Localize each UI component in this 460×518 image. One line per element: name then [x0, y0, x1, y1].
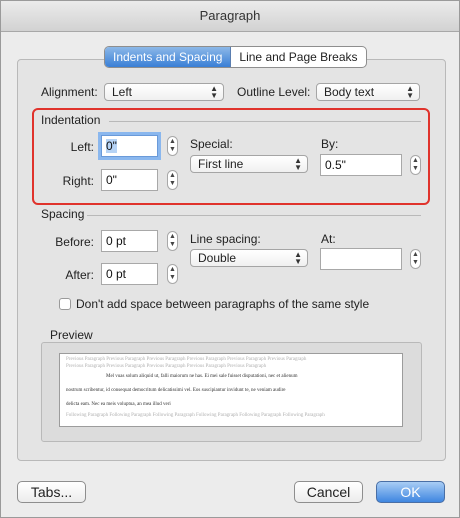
indentation-highlight-box — [32, 108, 430, 205]
tabs-button[interactable]: Tabs... — [17, 481, 86, 503]
window-title: Paragraph — [1, 1, 459, 32]
outline-level-popup[interactable]: Body text ▲ ▼ — [316, 83, 420, 101]
preview-previous-line: Previous Paragraph Previous Paragraph Pr… — [66, 364, 267, 369]
before-input[interactable]: 0 pt — [101, 230, 158, 252]
outline-level-value: Body text — [324, 85, 375, 99]
spacing-heading: Spacing — [41, 207, 85, 221]
at-input[interactable] — [320, 248, 402, 270]
at-label: At: — [321, 232, 336, 246]
preview-main-line: Mel vuas solum aliquid ut, falli maiorum… — [106, 374, 298, 379]
line-spacing-value: Double — [198, 251, 237, 265]
ok-button[interactable]: OK — [376, 481, 445, 503]
line-spacing-popup[interactable]: Double ▲ ▼ — [190, 249, 308, 267]
before-stepper[interactable]: ▲ ▼ — [167, 231, 178, 251]
alignment-popup[interactable]: Left ▲ ▼ — [104, 83, 224, 101]
tab-line-and-page-breaks[interactable]: Line and Page Breaks — [231, 47, 365, 67]
after-stepper[interactable]: ▲ ▼ — [167, 264, 178, 284]
preview-previous-line: Previous Paragraph Previous Paragraph Pr… — [66, 357, 307, 362]
popup-arrows-icon: ▲ ▼ — [210, 84, 218, 100]
spacing-divider — [87, 215, 421, 216]
dont-add-space-checkbox[interactable] — [59, 298, 71, 310]
alignment-label: Alignment: — [41, 85, 98, 99]
dont-add-space-label[interactable]: Don't add space between paragraphs of th… — [76, 297, 369, 311]
outline-level-label: Outline Level: — [237, 85, 311, 99]
tab-bar: Indents and Spacing Line and Page Breaks — [104, 46, 367, 68]
popup-arrows-icon: ▲ ▼ — [406, 84, 414, 100]
line-spacing-label: Line spacing: — [190, 232, 261, 246]
preview-following-line: Following Paragraph Following Paragraph … — [66, 413, 325, 418]
preview-page: Previous Paragraph Previous Paragraph Pr… — [59, 353, 403, 427]
after-label: After: — [65, 268, 94, 282]
preview-main-line: nostrum scribentur, id consequat democri… — [66, 388, 286, 393]
preview-heading: Preview — [50, 328, 93, 342]
preview-main-line: delicta eam. Nec ea meis voluptua, an me… — [66, 402, 171, 407]
cancel-button[interactable]: Cancel — [294, 481, 363, 503]
paragraph-dialog: Paragraph Indents and Spacing Line and P… — [0, 0, 460, 518]
alignment-value: Left — [112, 85, 133, 99]
after-input[interactable]: 0 pt — [101, 263, 158, 285]
popup-arrows-icon: ▲ ▼ — [294, 250, 302, 266]
at-stepper[interactable]: ▲ ▼ — [410, 249, 421, 269]
tab-indents-and-spacing[interactable]: Indents and Spacing — [105, 47, 232, 67]
before-label: Before: — [55, 235, 94, 249]
